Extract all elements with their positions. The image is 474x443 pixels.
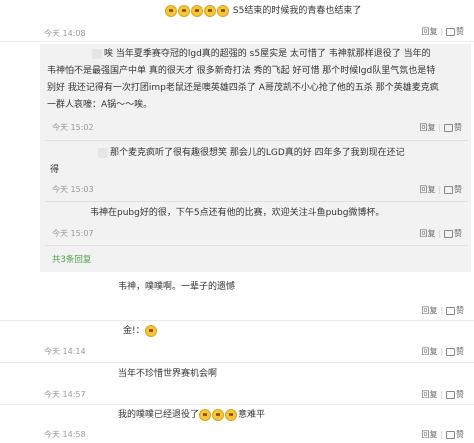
more-replies-link[interactable]: 共3条回复	[52, 253, 91, 265]
divider	[45, 245, 468, 246]
action-separator: |	[440, 306, 444, 315]
comment-actions: 回复 | 赞	[422, 346, 464, 357]
comment-time: 今天 14:57	[44, 390, 86, 399]
user-avatar	[98, 147, 108, 158]
smile-emoji-icon	[144, 324, 157, 337]
smile-emoji-icon	[217, 4, 229, 17]
main-comment-line: 韦神怕不是最强国产中单 真的很天才 很多新奇打法 秀的飞起 好可惜 那个时候lg…	[47, 66, 436, 76]
reply-button[interactable]: 回复	[422, 430, 438, 439]
thumbs-up-icon[interactable]	[446, 347, 455, 356]
like-button[interactable]: 赞	[456, 306, 464, 315]
like-button[interactable]: 赞	[454, 123, 462, 132]
action-separator: |	[438, 229, 442, 238]
like-button[interactable]: 赞	[456, 27, 464, 36]
thumbs-up-icon[interactable]	[444, 229, 453, 238]
reply-button[interactable]: 回复	[422, 27, 438, 36]
sub-reply-line: 那个麦克疯听了很有趣很想笑 那会儿的LGD真的好 四年多了我到现在还记	[98, 146, 405, 161]
comment-actions: 回复 | 赞	[422, 429, 464, 440]
like-button[interactable]: 赞	[454, 185, 462, 194]
sub-reply-line: 得	[50, 165, 60, 175]
main-comment-line: 别好 我还记得有一次打团imp老鼠还是噢英雄四杀了 A哥茂凯不小心抢了他的五杀 …	[47, 83, 439, 93]
divider	[0, 404, 474, 405]
smile-emoji-icon	[191, 4, 203, 17]
top-comment-time: 今天 14:08	[44, 29, 86, 38]
main-comment-line: 一群人哀嚎：A锅～～唉。	[47, 100, 153, 110]
thumbs-up-icon[interactable]	[446, 27, 455, 36]
comment-text: 韦神，噗噗啊。一辈子的遗憾	[118, 282, 236, 292]
reply-button[interactable]: 回复	[422, 390, 438, 399]
main-comment-actions: 回复 | 赞	[420, 122, 462, 133]
comment-text: 当年不珍惜世界赛机会啊	[118, 369, 218, 379]
smile-emoji-icon	[165, 4, 177, 17]
like-button[interactable]: 赞	[456, 347, 464, 356]
divider	[0, 320, 474, 321]
smile-emoji-icon	[178, 4, 190, 17]
thumbs-up-icon[interactable]	[446, 306, 455, 315]
reply-button[interactable]: 回复	[422, 306, 438, 315]
top-comment-actions: 回复 | 赞	[422, 26, 464, 37]
comment-time: 今天 14:14	[44, 347, 86, 356]
thumbs-up-icon[interactable]	[446, 390, 455, 399]
reply-button[interactable]: 回复	[420, 123, 436, 132]
divider	[0, 362, 474, 363]
main-comment-time: 今天 15:02	[52, 123, 94, 132]
comment-actions: 回复 | 赞	[422, 305, 464, 316]
sub-reply-line: 韦神在pubg好的很，下午5点还有他的比赛，欢迎关注斗鱼pubg微博杯。	[90, 208, 385, 218]
thumbs-up-icon[interactable]	[444, 123, 453, 132]
divider	[45, 140, 468, 141]
action-separator: |	[440, 390, 444, 399]
user-avatar	[92, 48, 102, 59]
smile-emoji-icon	[204, 4, 216, 17]
action-separator: |	[440, 347, 444, 356]
thumbs-up-icon[interactable]	[446, 430, 455, 439]
reply-button[interactable]: 回复	[422, 347, 438, 356]
like-button[interactable]: 赞	[454, 229, 462, 238]
like-button[interactable]: 赞	[456, 430, 464, 439]
action-separator: |	[438, 185, 442, 194]
like-button[interactable]: 赞	[456, 390, 464, 399]
sub-reply-actions: 回复 | 赞	[420, 184, 462, 195]
action-separator: |	[440, 27, 444, 36]
divider	[45, 201, 468, 202]
comment-time: 今天 14:58	[44, 430, 86, 439]
smile-emoji-icon	[212, 408, 225, 421]
smile-emoji-icon	[225, 408, 238, 421]
reply-button[interactable]: 回复	[420, 229, 436, 238]
comment-text: 我的噗噗已经退役了 意难平	[118, 408, 266, 421]
sub-reply-time: 今天 15:07	[52, 229, 94, 238]
thumbs-up-icon[interactable]	[444, 185, 453, 194]
action-separator: |	[440, 430, 444, 439]
smile-emoji-icon	[199, 408, 212, 421]
comment-actions: 回复 | 赞	[422, 389, 464, 400]
action-separator: |	[438, 123, 442, 132]
divider	[0, 41, 474, 42]
top-comment-text-row: S5结束的时候我的青春也结束了	[165, 4, 361, 19]
reply-button[interactable]: 回复	[420, 185, 436, 194]
sub-reply-time: 今天 15:03	[52, 185, 94, 194]
comment-text: 金!：	[123, 324, 158, 339]
sub-reply-actions: 回复 | 赞	[420, 228, 462, 239]
main-comment-line: 唉 当年夏季赛夺冠的lgd真的超强的 s5屋实是 太可惜了 韦神就那样退役了 当…	[92, 47, 431, 62]
top-comment-text: S5结束的时候我的青春也结束了	[232, 6, 362, 16]
